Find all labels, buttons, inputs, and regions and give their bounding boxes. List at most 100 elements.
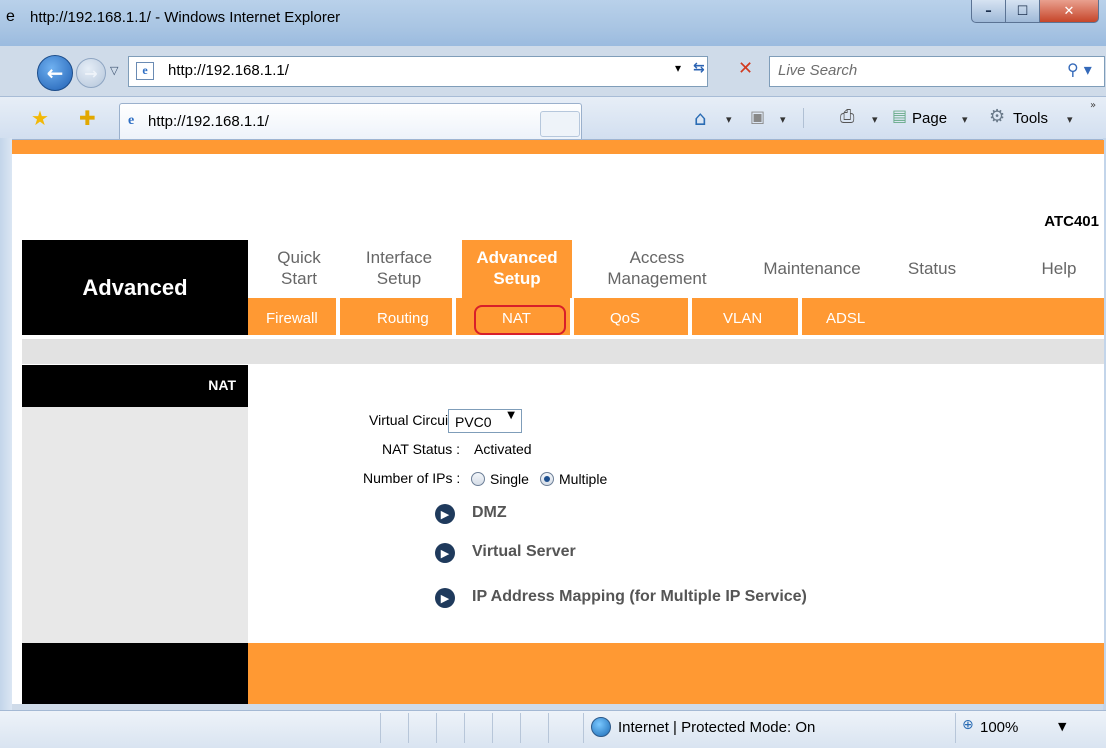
status-divider — [492, 713, 493, 743]
chevron-down-icon: ▼ — [507, 410, 515, 421]
nav-status[interactable]: Status — [897, 258, 967, 279]
sub-nav-separator — [570, 298, 574, 335]
subnav-firewall[interactable]: Firewall — [266, 310, 318, 327]
forward-button[interactable]: → — [76, 58, 106, 88]
nav-help[interactable]: Help — [1034, 258, 1084, 279]
recent-pages-dropdown-icon[interactable]: ▽ — [110, 64, 118, 77]
subnav-routing[interactable]: Routing — [377, 310, 429, 327]
more-chevron-icon[interactable]: » — [1090, 100, 1096, 111]
nav-label-line2: Start — [281, 269, 317, 288]
chevron-down-icon[interactable]: ▾ — [1067, 113, 1073, 126]
nav-maintenance[interactable]: Maintenance — [747, 258, 877, 279]
tools-menu[interactable]: Tools — [1013, 110, 1048, 127]
dmz-link[interactable]: DMZ — [472, 504, 507, 522]
nat-status-label: NAT Status : — [382, 441, 461, 457]
stop-icon[interactable]: ✕ — [738, 58, 753, 79]
virtual-circuit-label: Virtual Circuit : — [369, 412, 460, 428]
footer-left — [22, 643, 248, 704]
sub-nav-separator — [452, 298, 456, 335]
window-title: http://192.168.1.1/ - Windows Internet E… — [30, 9, 341, 26]
gray-divider-bar — [22, 339, 1104, 364]
search-icon[interactable]: ⚲ ▾ — [1067, 60, 1092, 79]
chevron-down-icon[interactable]: ▾ — [780, 113, 786, 126]
subnav-qos[interactable]: QoS — [610, 310, 640, 327]
sidebar-header: NAT — [22, 365, 248, 407]
footer-orange — [248, 643, 1104, 704]
close-button[interactable]: ✕ — [1039, 0, 1099, 23]
radio-multiple[interactable] — [540, 472, 554, 486]
subnav-adsl[interactable]: ADSL — [826, 310, 865, 327]
nav-label-line2: Setup — [493, 269, 541, 288]
favorites-star-icon[interactable]: ★ — [31, 106, 49, 130]
nav-label-line1: Access — [629, 248, 685, 267]
print-icon[interactable]: ⎙ — [840, 106, 854, 127]
virtual-server-link[interactable]: Virtual Server — [472, 543, 576, 561]
subnav-vlan[interactable]: VLAN — [723, 310, 762, 327]
chevron-down-icon[interactable]: ▾ — [962, 113, 968, 126]
status-divider — [548, 713, 549, 743]
radio-multiple-label[interactable]: Multiple — [559, 471, 607, 487]
zoom-dropdown-icon[interactable]: ▼ — [1058, 720, 1066, 733]
address-dropdown-icon[interactable]: ▾ — [675, 61, 681, 75]
status-divider — [464, 713, 465, 743]
add-favorite-icon[interactable]: ✚ — [79, 106, 96, 130]
page-menu[interactable]: Page — [912, 110, 947, 127]
arrow-bullet-icon: ▶ — [435, 504, 455, 524]
tools-gear-icon[interactable]: ⚙ — [989, 106, 1005, 127]
back-button[interactable]: ← — [37, 55, 73, 91]
nav-label-line1: Quick — [277, 248, 321, 267]
status-divider — [955, 713, 956, 743]
status-divider — [380, 713, 381, 743]
radio-single[interactable] — [471, 472, 485, 486]
tab-label[interactable]: http://192.168.1.1/ — [148, 113, 269, 130]
nat-highlight-annotation — [474, 305, 566, 335]
zoom-icon[interactable]: ⊕ — [962, 717, 974, 733]
arrow-bullet-icon: ▶ — [435, 588, 455, 608]
chevron-down-icon[interactable]: ▾ — [726, 113, 732, 126]
status-divider — [583, 713, 584, 743]
arrow-bullet-icon: ▶ — [435, 543, 455, 563]
status-divider — [520, 713, 521, 743]
sub-nav-separator — [336, 298, 340, 335]
nat-status-value: Activated — [474, 441, 532, 457]
nav-access-management[interactable]: Access Management — [592, 247, 722, 289]
chevron-down-icon[interactable]: ▾ — [872, 113, 878, 126]
nav-advanced-setup[interactable]: Advanced Setup — [464, 247, 570, 289]
home-icon[interactable]: ⌂ — [694, 106, 707, 130]
search-input[interactable]: Live Search — [778, 62, 857, 79]
maximize-button[interactable]: ☐ — [1005, 0, 1040, 23]
minimize-button[interactable]: – — [971, 0, 1006, 23]
sub-nav-separator — [688, 298, 692, 335]
divider — [803, 108, 804, 128]
virtual-circuit-value: PVC0 — [455, 414, 492, 430]
status-divider — [436, 713, 437, 743]
page-content: ATC401 Advanced Quick Start Interface Se… — [12, 140, 1104, 704]
refresh-icon[interactable]: ⇆ — [693, 60, 705, 76]
nav-interface-setup[interactable]: Interface Setup — [351, 247, 447, 289]
nav-quick-start[interactable]: Quick Start — [267, 247, 331, 289]
tab-page-icon: e — [128, 113, 135, 128]
status-divider — [408, 713, 409, 743]
feeds-icon[interactable]: ▣ — [750, 107, 765, 126]
internet-globe-icon — [591, 717, 611, 737]
number-of-ips-label: Number of IPs : — [363, 470, 461, 486]
radio-single-label[interactable]: Single — [490, 471, 529, 487]
address-url[interactable]: http://192.168.1.1/ — [168, 62, 289, 79]
section-title: Advanced — [22, 240, 248, 335]
nav-label-line2: Management — [607, 269, 707, 288]
model-name: ATC401 — [1044, 213, 1099, 230]
top-orange-bar — [12, 140, 1104, 154]
nav-label-line2: Setup — [376, 269, 422, 288]
page-icon: e — [136, 62, 154, 80]
virtual-circuit-select[interactable]: PVC0 ▼ — [448, 409, 522, 433]
sidebar-body — [22, 407, 248, 643]
status-bar — [0, 710, 1106, 748]
nav-label-line1: Advanced — [476, 248, 558, 267]
security-zone[interactable]: Internet | Protected Mode: On — [618, 719, 815, 736]
nav-label-line1: Interface — [365, 248, 433, 267]
ip-address-mapping-link[interactable]: IP Address Mapping (for Multiple IP Serv… — [472, 588, 807, 606]
ie-logo-icon: e — [6, 8, 15, 25]
page-menu-icon[interactable]: ▤ — [892, 106, 907, 125]
zoom-level[interactable]: 100% — [980, 719, 1018, 736]
new-tab-button[interactable] — [540, 111, 580, 137]
